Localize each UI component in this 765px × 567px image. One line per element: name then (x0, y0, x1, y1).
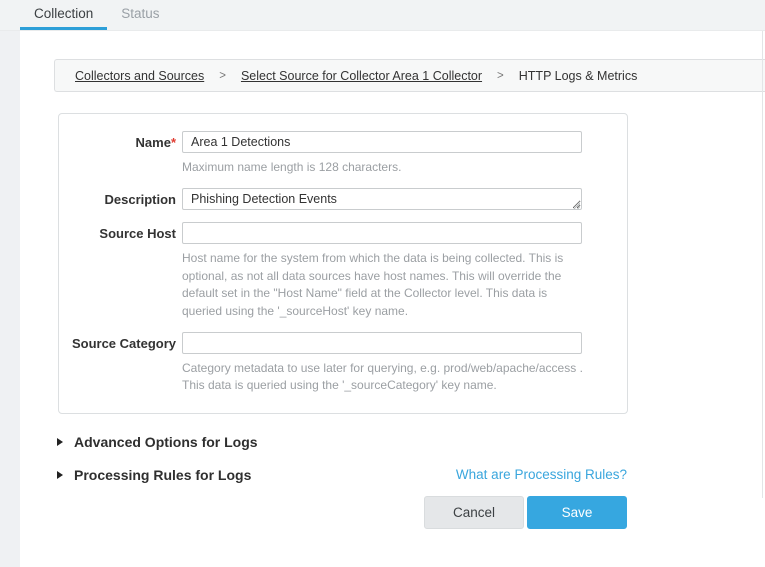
name-label: Name* (59, 131, 176, 176)
name-helper-text: Maximum name length is 128 characters. (182, 159, 584, 176)
source-category-helper-text: Category metadata to use later for query… (182, 360, 584, 395)
tab-collection[interactable]: Collection (20, 0, 107, 30)
processing-rules-section: Processing Rules for Logs What are Proce… (57, 467, 627, 483)
tab-bar: Collection Status (0, 0, 765, 31)
breadcrumb-separator: > (497, 70, 504, 82)
breadcrumb-select-source[interactable]: Select Source for Collector Area 1 Colle… (241, 69, 482, 83)
source-config-panel: Name* Maximum name length is 128 charact… (58, 113, 628, 414)
description-input[interactable]: Phishing Detection Events (182, 188, 582, 210)
what-are-processing-rules-link[interactable]: What are Processing Rules? (456, 467, 627, 482)
description-row: Description Phishing Detection Events (59, 188, 627, 210)
expand-arrow-icon (57, 471, 63, 479)
expand-arrow-icon (57, 438, 63, 446)
advanced-options-section[interactable]: Advanced Options for Logs (57, 434, 627, 450)
left-rail (0, 0, 20, 567)
tab-collection-label: Collection (34, 6, 93, 21)
processing-rules-label[interactable]: Processing Rules for Logs (74, 467, 251, 483)
name-row: Name* Maximum name length is 128 charact… (59, 131, 627, 176)
source-category-row: Source Category Category metadata to use… (59, 332, 627, 395)
action-buttons: Cancel Save (57, 496, 627, 529)
cancel-button[interactable]: Cancel (424, 496, 524, 529)
save-button[interactable]: Save (527, 496, 627, 529)
breadcrumb-collectors-and-sources[interactable]: Collectors and Sources (75, 69, 204, 83)
right-edge-divider (762, 31, 763, 498)
content-area: Collectors and Sources > Select Source f… (20, 31, 765, 567)
name-input[interactable] (182, 131, 582, 153)
breadcrumb: Collectors and Sources > Select Source f… (54, 59, 765, 92)
source-host-input[interactable] (182, 222, 582, 244)
source-host-helper-text: Host name for the system from which the … (182, 250, 584, 320)
source-host-label: Source Host (59, 222, 176, 320)
tab-status-label: Status (121, 6, 159, 21)
source-category-input[interactable] (182, 332, 582, 354)
source-host-row: Source Host Host name for the system fro… (59, 222, 627, 320)
breadcrumb-separator: > (219, 70, 226, 82)
required-asterisk: * (171, 135, 176, 150)
tab-status[interactable]: Status (107, 0, 173, 30)
source-category-label: Source Category (59, 332, 176, 395)
advanced-options-label: Advanced Options for Logs (74, 434, 258, 450)
breadcrumb-current-page: HTTP Logs & Metrics (519, 69, 638, 83)
description-label: Description (59, 188, 176, 210)
